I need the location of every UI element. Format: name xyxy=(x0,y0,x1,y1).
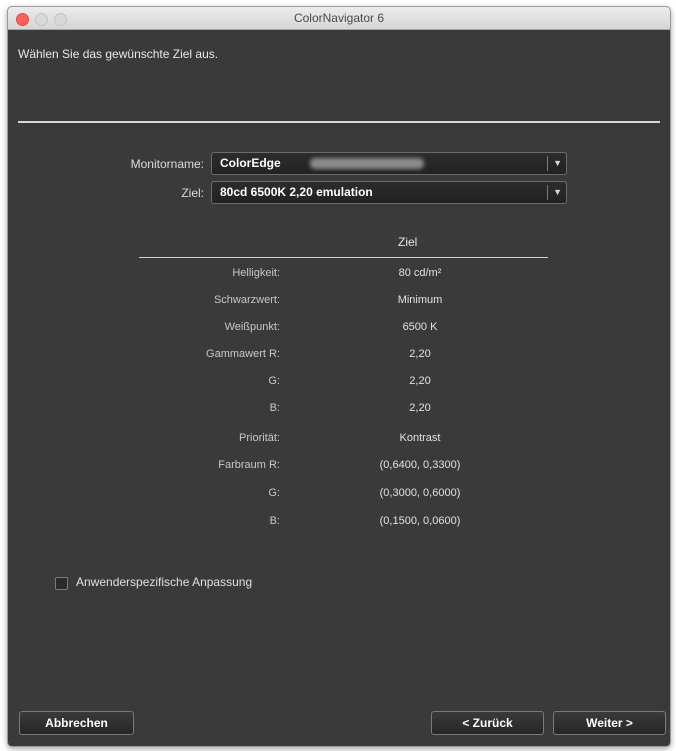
row-label-white-point: Weißpunkt: xyxy=(224,321,280,333)
row-value-white-point: 6500 K xyxy=(402,321,438,333)
back-button[interactable]: < Zurück xyxy=(431,711,544,735)
row-value-black-level: Minimum xyxy=(397,294,443,306)
chevron-down-icon[interactable]: ▼ xyxy=(553,153,562,174)
custom-adjustment-checkbox[interactable] xyxy=(55,577,68,590)
select-divider xyxy=(547,185,548,200)
title-bar: ColorNavigator 6 xyxy=(8,7,670,30)
monitor-name-label: Monitorname: xyxy=(130,157,204,171)
row-label-gamut-b: B: xyxy=(269,515,280,527)
monitor-name-select[interactable]: ColorEdge ▼ xyxy=(211,152,567,175)
next-button[interactable]: Weiter > xyxy=(553,711,666,735)
table-separator xyxy=(139,257,548,258)
header-separator xyxy=(18,121,660,123)
row-label-gamma-r: Gammawert R: xyxy=(206,348,280,360)
instruction-text: Wählen Sie das gewünschte Ziel aus. xyxy=(18,47,219,61)
window-title: ColorNavigator 6 xyxy=(293,11,385,25)
row-value-gamma-g: 2,20 xyxy=(409,375,431,387)
redacted-serial xyxy=(310,158,424,169)
monitor-name-value: ColorEdge xyxy=(220,156,281,170)
row-label-gamma-g: G: xyxy=(268,375,280,387)
row-value-gamma-r: 2,20 xyxy=(409,348,431,360)
row-label-gamma-b: B: xyxy=(269,402,280,414)
target-value: 80cd 6500K 2,20 emulation xyxy=(220,185,373,199)
target-select[interactable]: 80cd 6500K 2,20 emulation ▼ xyxy=(211,181,567,204)
row-value-priority: Kontrast xyxy=(399,432,441,444)
row-value-gamut-g: (0,3000, 0,6000) xyxy=(379,487,461,499)
row-label-priority: Priorität: xyxy=(239,432,280,444)
row-value-gamut-r: (0,6400, 0,3300) xyxy=(379,459,461,471)
select-divider xyxy=(547,156,548,171)
column-header-target: Ziel xyxy=(398,235,418,249)
row-label-gamut-r: Farbraum R: xyxy=(218,459,280,471)
chevron-down-icon[interactable]: ▼ xyxy=(553,182,562,203)
row-value-gamma-b: 2,20 xyxy=(409,402,431,414)
row-label-gamut-g: G: xyxy=(268,487,280,499)
dialog-window: ColorNavigator 6 Wählen Sie das gewünsch… xyxy=(7,6,671,747)
cancel-button[interactable]: Abbrechen xyxy=(19,711,134,735)
target-label: Ziel: xyxy=(181,186,204,200)
row-label-black-level: Schwarzwert: xyxy=(213,294,280,306)
row-value-gamut-b: (0,1500, 0,0600) xyxy=(379,515,461,527)
row-label-brightness: Helligkeit: xyxy=(232,267,280,279)
row-value-brightness: 80 cd/m² xyxy=(398,267,442,279)
custom-adjustment-label[interactable]: Anwenderspezifische Anpassung xyxy=(76,575,252,589)
